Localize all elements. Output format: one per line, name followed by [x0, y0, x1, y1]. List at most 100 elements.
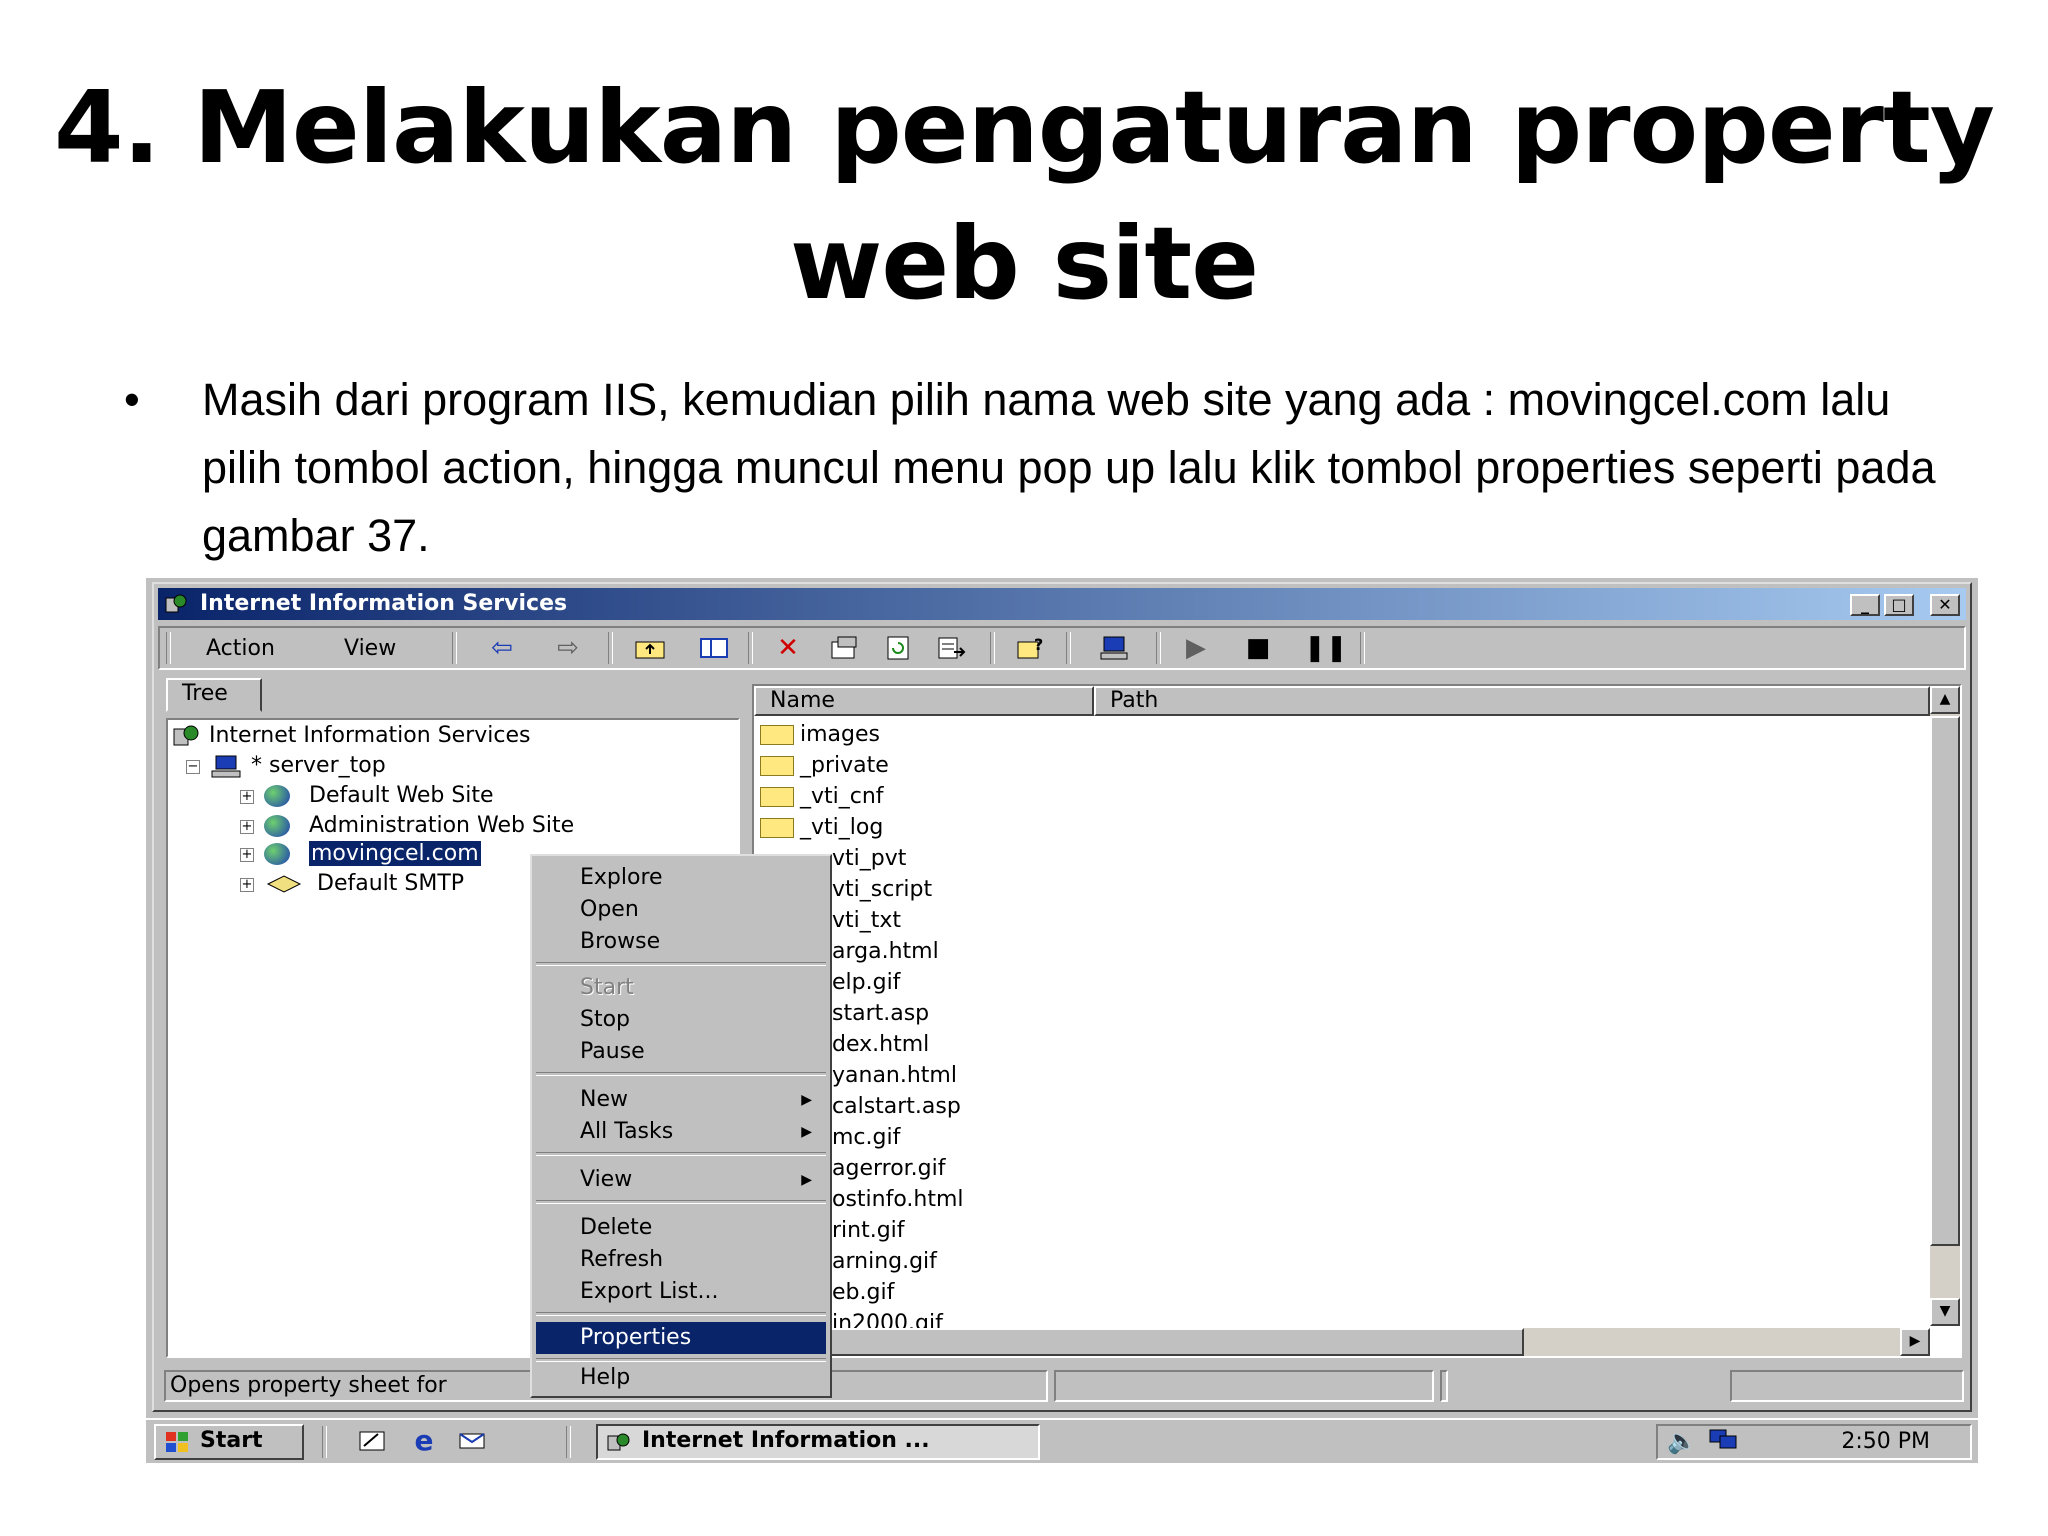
expand-default-web-site-icon[interactable]: + [240, 790, 254, 804]
menu-item-export-list[interactable]: Export List... [536, 1276, 826, 1308]
start-play-icon[interactable]: ▶ [1180, 634, 1212, 662]
slide-title-line2: web site [789, 205, 1259, 322]
export-list-icon[interactable] [936, 634, 968, 662]
list-item[interactable]: arga.html [832, 937, 939, 967]
collapse-server-icon[interactable]: − [186, 760, 200, 774]
expand-admin-site-icon[interactable]: + [240, 820, 254, 834]
show-desktop-icon[interactable] [356, 1426, 388, 1456]
list-item[interactable]: mc.gif [832, 1123, 900, 1153]
taskbar-iis-button[interactable]: Internet Information ... [596, 1424, 1040, 1460]
window-titlebar[interactable]: Internet Information Services _ □ ✕ [158, 588, 1966, 620]
refresh-icon[interactable] [882, 634, 914, 662]
list-item[interactable]: calstart.asp [832, 1092, 961, 1122]
bullet-text: Masih dari program IIS, kemudian pilih n… [202, 374, 1936, 561]
menu-item-pause[interactable]: Pause [536, 1036, 826, 1068]
menu-item-stop[interactable]: Stop [536, 1004, 826, 1036]
iis-window: Internet Information Services _ □ ✕ Acti… [152, 582, 1972, 1412]
list-item[interactable]: elp.gif [832, 968, 900, 998]
menu-item-open[interactable]: Open [536, 894, 826, 926]
tree-site-admin[interactable]: Administration Web Site [264, 812, 574, 840]
tree-server[interactable]: * server_top [210, 752, 386, 780]
list-item[interactable]: dex.html [832, 1030, 929, 1060]
status-cell-empty [1440, 1370, 1448, 1402]
delete-x-icon[interactable]: ✕ [772, 634, 804, 662]
toolbar-separator [1156, 632, 1161, 664]
expand-movingcel-icon[interactable]: + [240, 848, 254, 862]
tree-site-smtp[interactable]: Default SMTP [264, 870, 464, 898]
vertical-scroll-thumb[interactable] [1930, 716, 1960, 1246]
window-title: Internet Information Services [200, 591, 568, 616]
list-item[interactable]: vti_pvt [832, 844, 906, 874]
properties-icon[interactable] [828, 634, 860, 662]
horizontal-scroll-thumb[interactable] [754, 1328, 1524, 1356]
vertical-scrollbar[interactable]: ▲ ▼ [1930, 686, 1960, 1326]
windows-logo-icon [166, 1432, 188, 1452]
menu-item-all-tasks[interactable]: All Tasks ▶ [536, 1116, 826, 1148]
list-item[interactable]: _private [760, 751, 889, 781]
scroll-right-arrow-icon[interactable]: ▶ [1900, 1328, 1930, 1356]
volume-speaker-icon[interactable]: 🔈 [1666, 1426, 1698, 1456]
network-icon[interactable] [1708, 1426, 1740, 1456]
list-item[interactable]: vti_txt [832, 906, 901, 936]
list-item[interactable]: ostinfo.html [832, 1185, 964, 1215]
list-item[interactable]: rint.gif [832, 1216, 905, 1246]
column-header-name[interactable]: Name [754, 686, 1094, 716]
outlook-express-icon[interactable] [456, 1426, 488, 1456]
taskbar: Start e Internet Information ... 🔈 2:50 … [146, 1418, 1978, 1462]
list-item[interactable]: arning.gif [832, 1247, 937, 1277]
menu-item-view[interactable]: View ▶ [536, 1164, 826, 1196]
menu-separator [536, 1072, 826, 1076]
menu-separator [536, 1312, 826, 1316]
menu-item-new[interactable]: New ▶ [536, 1084, 826, 1116]
tab-tree[interactable]: Tree [166, 678, 262, 712]
list-item[interactable]: _vti_log [760, 813, 883, 843]
folder-icon [760, 725, 794, 745]
web-site-globe-icon [264, 815, 290, 837]
menu-item-delete[interactable]: Delete [536, 1212, 826, 1244]
stop-icon[interactable]: ■ [1242, 634, 1274, 662]
minimize-button[interactable]: _ [1850, 594, 1880, 616]
maximize-button[interactable]: □ [1884, 594, 1914, 616]
up-folder-icon[interactable] [634, 634, 666, 662]
list-item[interactable]: images [760, 720, 880, 750]
tree-root[interactable]: Internet Information Services [172, 722, 530, 750]
help-icon[interactable]: ? [1014, 634, 1046, 662]
menu-item-start: Start [580, 975, 634, 1000]
menu-item-properties[interactable]: Properties [536, 1322, 826, 1354]
list-item[interactable]: vti_script [832, 875, 932, 905]
close-button[interactable]: ✕ [1930, 594, 1960, 616]
taskbar-separator [322, 1426, 327, 1458]
toolbar-separator [1066, 632, 1071, 664]
list-item[interactable]: yanan.html [832, 1061, 957, 1091]
list-item[interactable]: _vti_cnf [760, 782, 884, 812]
taskbar-separator [566, 1426, 571, 1458]
column-header-path[interactable]: Path [1094, 686, 1930, 716]
internet-explorer-icon[interactable]: e [408, 1426, 440, 1456]
action-menu[interactable]: Action [206, 636, 275, 661]
tree-site-movingcel[interactable]: movingcel.com [264, 840, 481, 868]
scroll-up-arrow-icon[interactable]: ▲ [1930, 686, 1960, 714]
horizontal-scrollbar[interactable]: ▶ [754, 1328, 1930, 1356]
iis-screenshot: Internet Information Services _ □ ✕ Acti… [146, 578, 1978, 1463]
start-label: Start [200, 1428, 263, 1453]
pause-icon[interactable]: ❚❚ [1304, 634, 1348, 662]
slide-title: 4. Melakukan pengaturan property web sit… [0, 60, 2048, 332]
start-button[interactable]: Start [154, 1424, 304, 1460]
forward-arrow-icon[interactable]: ⇨ [552, 634, 584, 662]
list-item[interactable]: agerror.gif [832, 1154, 946, 1184]
view-menu[interactable]: View [344, 636, 396, 661]
tree-site-default-web[interactable]: Default Web Site [264, 782, 494, 810]
list-item[interactable]: start.asp [832, 999, 929, 1029]
expand-smtp-icon[interactable]: + [240, 878, 254, 892]
context-menu: Explore Open Browse Start Stop Pause New… [530, 854, 832, 1398]
menu-item-refresh[interactable]: Refresh [536, 1244, 826, 1276]
show-tree-icon[interactable] [698, 634, 730, 662]
back-arrow-icon[interactable]: ⇦ [486, 634, 518, 662]
list-item[interactable]: eb.gif [832, 1278, 894, 1308]
menu-item-browse[interactable]: Browse [536, 926, 826, 958]
menu-item-help[interactable]: Help [536, 1362, 826, 1394]
computer-icon[interactable] [1098, 634, 1130, 662]
slide-title-line1: 4. Melakukan pengaturan property [54, 69, 1995, 186]
scroll-down-arrow-icon[interactable]: ▼ [1930, 1298, 1960, 1326]
menu-item-explore[interactable]: Explore [536, 862, 826, 894]
